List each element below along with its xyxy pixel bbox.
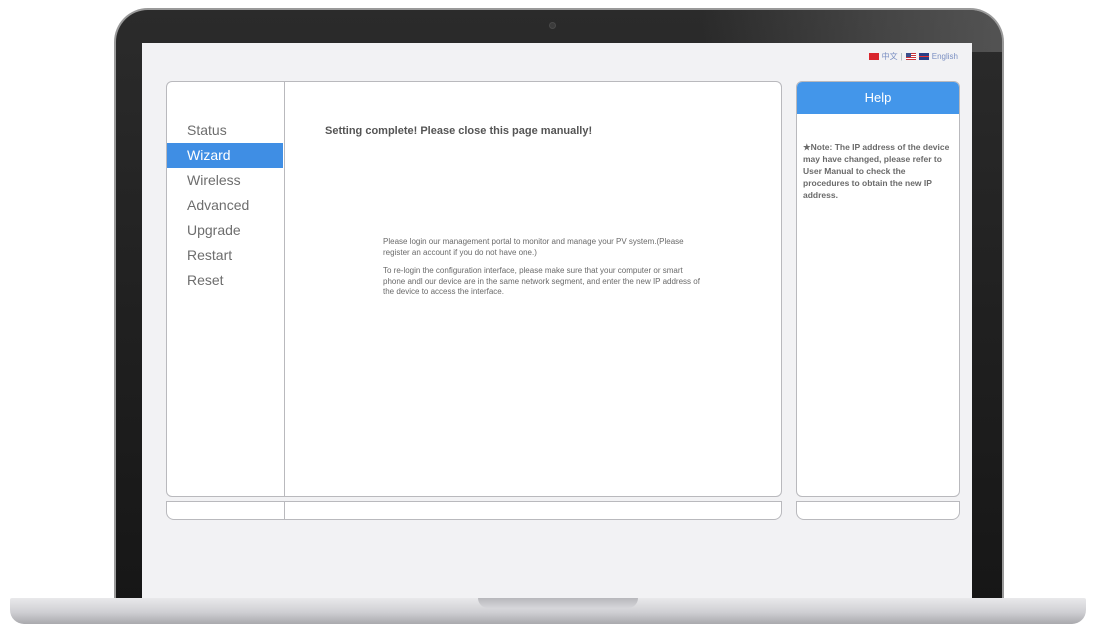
help-note: ★Note: The IP address of the device may … — [803, 142, 950, 200]
laptop-base-notch — [478, 598, 638, 608]
setting-complete-message: Setting complete! Please close this page… — [325, 125, 593, 137]
sidebar-item-wizard[interactable]: Wizard — [167, 143, 283, 168]
portal-info-text: Please login our management portal to mo… — [383, 237, 684, 257]
help-panel-footer — [796, 501, 960, 520]
sidebar-nav: Status Wizard Wireless Advanced Upgrade … — [167, 118, 283, 293]
language-bar: 中文 | English — [868, 51, 958, 62]
uk-flag-icon[interactable] — [918, 53, 929, 60]
relogin-info-text: To re-login the configuration interface,… — [383, 266, 700, 296]
camera-icon — [549, 22, 556, 29]
language-english-link[interactable]: English — [932, 52, 958, 61]
main-panel: Status Wizard Wireless Advanced Upgrade … — [166, 81, 782, 497]
footer-divider — [284, 502, 285, 519]
usa-flag-icon[interactable] — [905, 53, 916, 60]
language-chinese-link[interactable]: 中文 — [882, 51, 898, 62]
main-panel-footer — [166, 501, 782, 520]
laptop-screen: 中文 | English Status Wizard Wireless Adva… — [142, 43, 972, 598]
sidebar-item-advanced[interactable]: Advanced — [167, 193, 283, 218]
laptop-base — [10, 598, 1086, 624]
sidebar-item-status[interactable]: Status — [167, 118, 283, 143]
content-area: Setting complete! Please close this page… — [285, 82, 781, 496]
sidebar-item-reset[interactable]: Reset — [167, 268, 283, 293]
help-panel: Help ★Note: The IP address of the device… — [796, 81, 960, 497]
china-flag-icon[interactable] — [868, 53, 879, 60]
sidebar-item-upgrade[interactable]: Upgrade — [167, 218, 283, 243]
help-title: Help — [797, 82, 959, 114]
sidebar-item-restart[interactable]: Restart — [167, 243, 283, 268]
language-separator: | — [900, 52, 903, 61]
info-text-block: Please login our management portal to mo… — [383, 237, 703, 306]
sidebar-item-wireless[interactable]: Wireless — [167, 168, 283, 193]
